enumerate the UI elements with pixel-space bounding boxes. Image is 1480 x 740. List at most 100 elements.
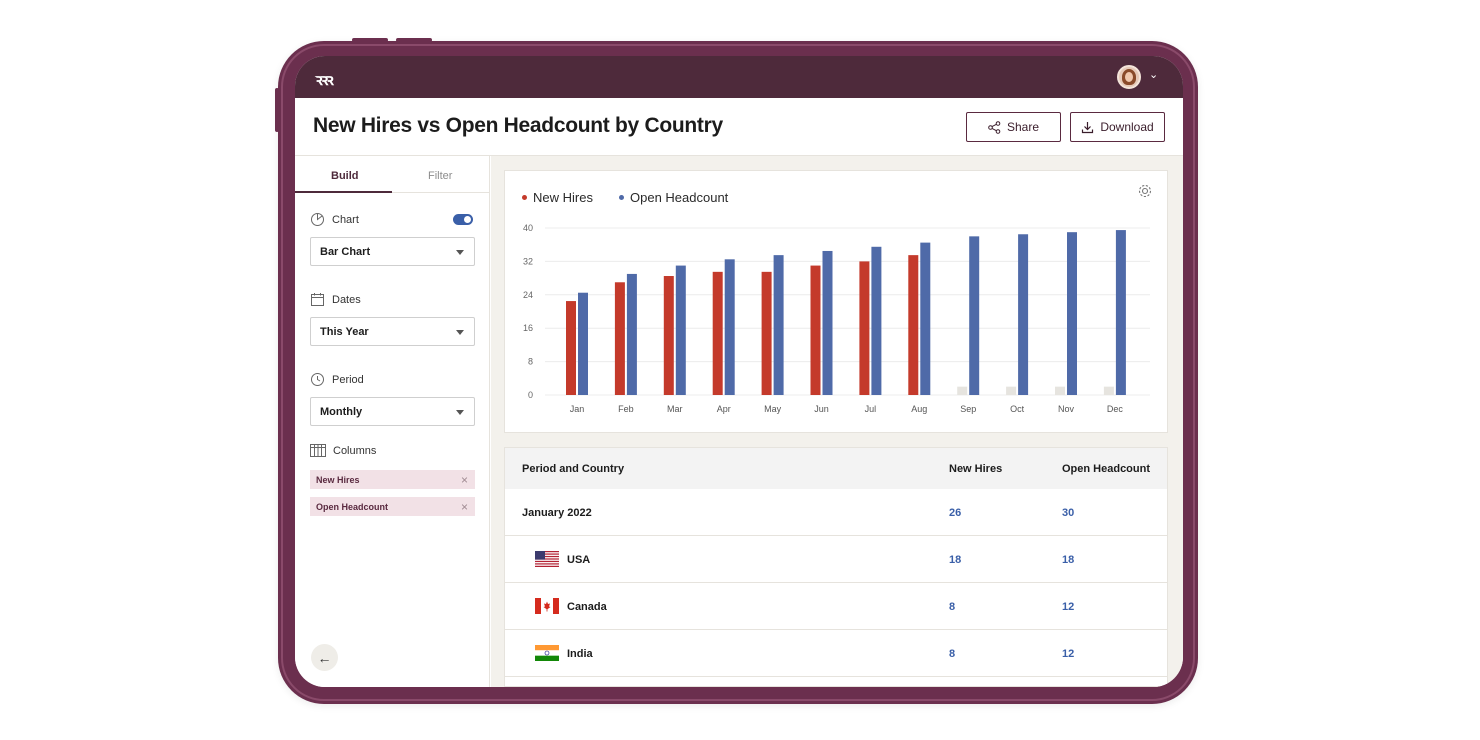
table-row[interactable]: January 2022 26 30 [505, 489, 1167, 536]
bar-new-hires [810, 265, 821, 395]
close-icon[interactable]: × [461, 500, 468, 514]
open-headcount-value[interactable]: 12 [1062, 648, 1074, 660]
download-button[interactable]: Download [1070, 112, 1165, 142]
back-button[interactable]: ← [311, 644, 338, 671]
bar-open-headcount [871, 246, 882, 395]
bar-new-hires [761, 271, 772, 395]
table-row[interactable]: Canada 8 12 [505, 583, 1167, 630]
download-label: Download [1100, 120, 1154, 134]
y-tick-label: 16 [523, 323, 533, 333]
legend-item-new-hires[interactable]: New Hires [522, 190, 593, 205]
dates-section-label: Dates [310, 292, 361, 307]
chart-label: Chart [332, 213, 359, 226]
table-row[interactable]: USA 18 18 [505, 536, 1167, 583]
legend-item-open-headcount[interactable]: Open Headcount [619, 190, 728, 205]
x-tick-label: Feb [618, 404, 634, 414]
table-columns-icon [310, 444, 326, 457]
chart-card: New Hires Open Headcount 0 8 16 24 32 40 Jan Fe… [504, 170, 1168, 433]
arrow-left-icon: ← [317, 649, 332, 666]
gear-icon[interactable] [1137, 183, 1153, 199]
period-value: Monthly [320, 406, 363, 418]
new-hires-value[interactable]: 8 [949, 648, 955, 660]
bar-open-headcount [578, 292, 588, 395]
period-label: Period [332, 373, 364, 386]
column-chip-open-headcount: Open Headcount × [310, 497, 475, 516]
chart-section-label: Chart [310, 212, 359, 227]
calendar-icon [311, 293, 324, 306]
chart-toggle[interactable] [453, 214, 473, 225]
main-content: New Hires Open Headcount 0 8 16 24 32 40 Jan Fe… [491, 156, 1183, 687]
bar-open-headcount [626, 273, 637, 395]
new-hires-value[interactable]: 26 [949, 507, 961, 519]
bar-new-hires [614, 282, 625, 395]
dates-value: This Year [320, 326, 369, 338]
bar-open-headcount [822, 250, 833, 395]
download-icon [1082, 121, 1094, 133]
tablet-volume-button [396, 38, 432, 42]
india-flag-icon [535, 645, 559, 661]
y-tick-label: 0 [528, 390, 533, 400]
share-button[interactable]: Share [966, 112, 1061, 142]
canada-flag-icon [535, 598, 559, 614]
bar-placeholder [957, 386, 968, 395]
chart-type-value: Bar Chart [320, 246, 371, 258]
bar-open-headcount [969, 236, 980, 395]
bar-open-headcount [1115, 230, 1126, 395]
new-hires-value[interactable]: 8 [949, 601, 955, 613]
bar-open-headcount [675, 265, 686, 395]
tablet-volume-button [352, 38, 388, 42]
y-tick-label: 32 [523, 256, 533, 266]
builder-sidebar: Build Filter Chart Bar Chart Dates This … [295, 156, 490, 687]
bar-placeholder [1006, 386, 1017, 395]
avatar[interactable] [1117, 65, 1141, 89]
share-icon [988, 120, 1001, 134]
x-tick-label: Oct [1010, 404, 1025, 414]
page-title: New Hires vs Open Headcount by Country [313, 114, 723, 137]
x-tick-label: Sep [960, 404, 976, 414]
bar-new-hires [712, 271, 723, 395]
chart-type-select[interactable]: Bar Chart [310, 237, 475, 266]
column-header-period[interactable]: Period and Country [522, 463, 624, 475]
open-headcount-value[interactable]: 18 [1062, 554, 1074, 566]
period-select[interactable]: Monthly [310, 397, 475, 426]
open-headcount-value[interactable]: 12 [1062, 601, 1074, 613]
period-section-label: Period [310, 372, 364, 387]
caret-down-icon [456, 330, 464, 335]
column-header-new-hires[interactable]: New Hires [949, 463, 1002, 475]
tab-filter[interactable]: Filter [428, 170, 452, 182]
bar-chart: 0 8 16 24 32 40 Jan Feb Mar Apr May Jun Jul Aug Sep Oct… [523, 223, 1150, 414]
bar-open-headcount [920, 242, 931, 395]
bar-new-hires [908, 255, 919, 395]
dates-select[interactable]: This Year [310, 317, 475, 346]
active-tab-indicator [295, 191, 392, 193]
bar-open-headcount [773, 255, 784, 395]
x-tick-label: Jan [570, 404, 585, 414]
bar-placeholder [1055, 386, 1065, 395]
bar-new-hires [663, 276, 674, 395]
close-icon[interactable]: × [461, 473, 468, 487]
y-tick-label: 24 [523, 290, 533, 300]
column-header-open-headcount[interactable]: Open Headcount [1062, 463, 1150, 475]
table-row[interactable]: India 8 12 [505, 630, 1167, 677]
caret-down-icon [456, 250, 464, 255]
bar-open-headcount [1067, 232, 1077, 395]
page-header: New Hires vs Open Headcount by Country S… [295, 98, 1183, 156]
x-tick-label: Jul [865, 404, 877, 414]
tablet-power-button [275, 88, 279, 132]
app-screen: ꝛꝛꝛ ⌄ New Hires vs Open Headcount by Cou… [295, 56, 1183, 687]
chevron-down-icon[interactable]: ⌄ [1149, 68, 1158, 81]
bar-open-headcount [724, 259, 735, 395]
clock-icon [311, 373, 324, 386]
new-hires-value[interactable]: 18 [949, 554, 961, 566]
x-tick-label: Nov [1058, 404, 1075, 414]
app-logo[interactable]: ꝛꝛꝛ [315, 68, 334, 90]
pie-chart-icon [311, 213, 324, 226]
top-bar: ꝛꝛꝛ ⌄ [295, 56, 1183, 98]
columns-label: Columns [333, 444, 377, 457]
chip-label: Open Headcount [316, 502, 389, 512]
open-headcount-value[interactable]: 30 [1062, 507, 1074, 519]
tab-build[interactable]: Build [331, 170, 359, 182]
usa-flag-icon [535, 551, 559, 567]
dates-label: Dates [332, 293, 361, 306]
legend-label: Open Headcount [630, 190, 729, 205]
